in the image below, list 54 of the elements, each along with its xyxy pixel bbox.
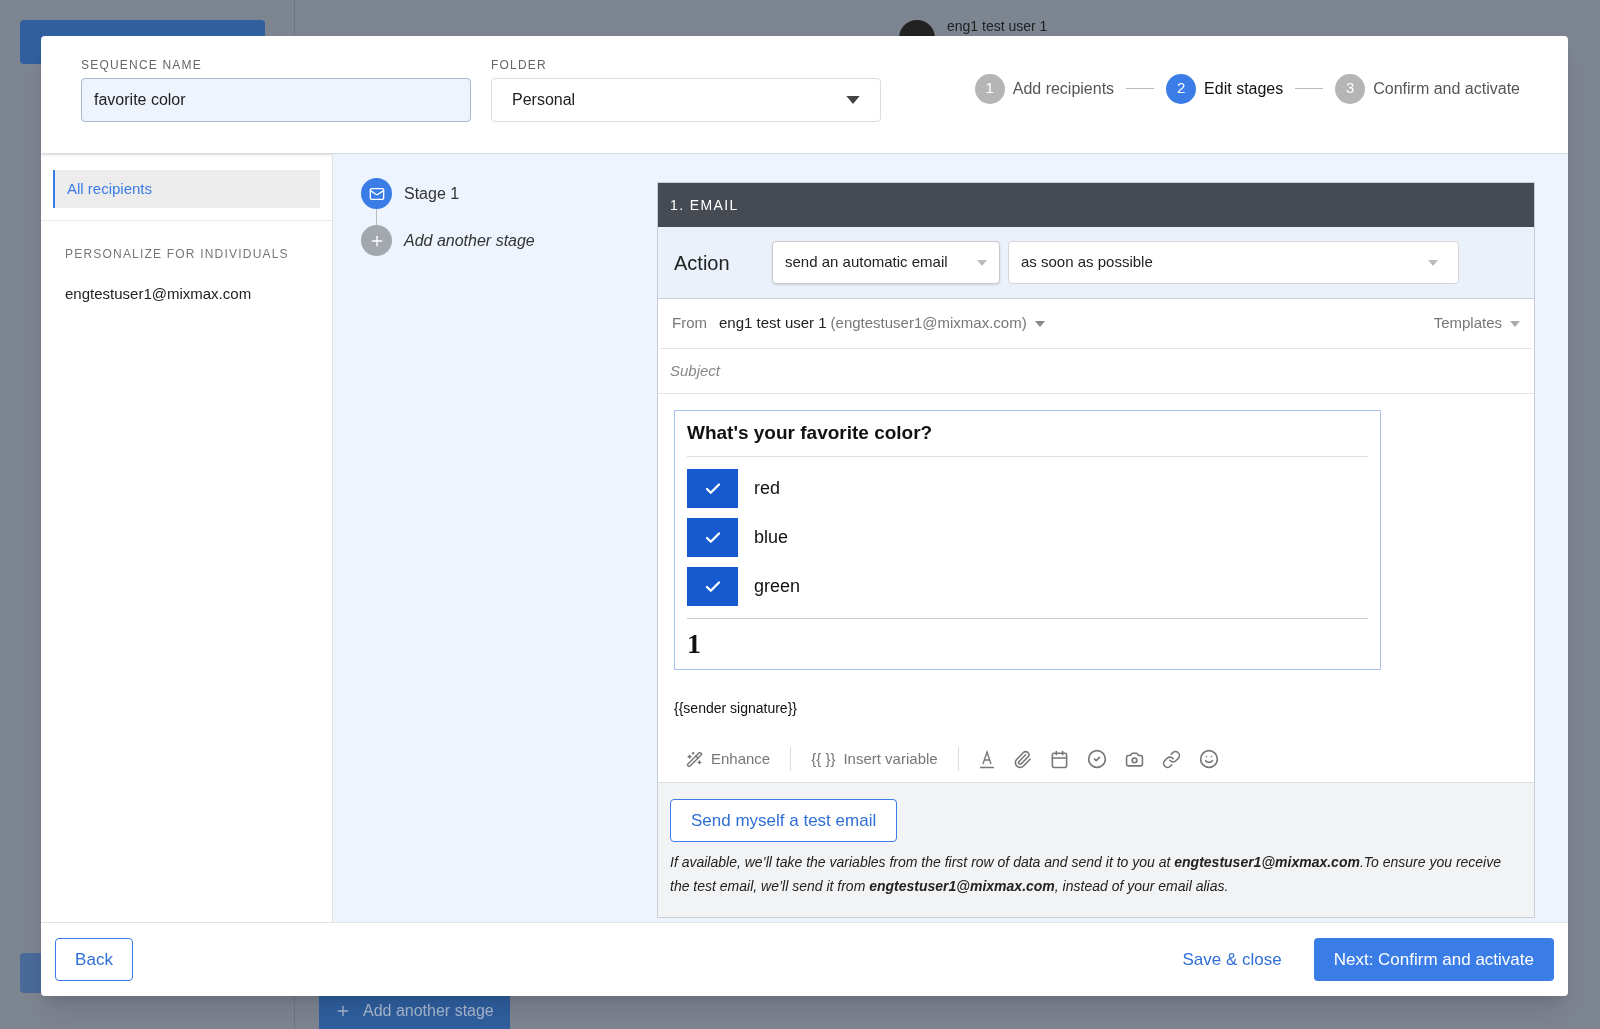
action-label: Action [674, 250, 731, 276]
signature-variable: {{sender signature}} [674, 699, 798, 718]
wand-icon [686, 750, 703, 768]
sender-address: (engtestuser1@mixmax.com) [830, 313, 1027, 334]
field-label: SEQUENCE NAME [81, 56, 203, 74]
calendar-icon[interactable] [1049, 749, 1069, 769]
field-label: FOLDER [491, 56, 548, 74]
mail-icon [361, 178, 392, 209]
action-dropdown[interactable]: send an automatic email [772, 241, 1000, 284]
checkbox[interactable] [687, 469, 738, 508]
sender-name: eng1 test user 1 [719, 313, 827, 334]
step-number[interactable]: 2 [1166, 73, 1197, 104]
stage-item[interactable]: Stage 1 [404, 181, 460, 206]
option-label: blue [754, 526, 789, 549]
enhance-button[interactable]: Enhance [674, 747, 783, 771]
timing-dropdown[interactable]: as soon as possible [1008, 241, 1459, 284]
caret-icon [1428, 259, 1438, 266]
option-label: red [754, 477, 780, 500]
stage-item[interactable]: Add another stage [404, 228, 535, 253]
option-label: green [754, 575, 801, 598]
caret-icon [1510, 320, 1520, 327]
from-label: From [672, 313, 707, 334]
insert-variable-button[interactable]: {{ }} Insert variable [799, 747, 950, 771]
plus-icon [335, 1003, 351, 1019]
link-icon[interactable] [1161, 749, 1181, 769]
poll-count: 1 [687, 618, 1368, 665]
checkmark-circle-icon[interactable] [1086, 749, 1107, 769]
templates-dropdown[interactable]: Templates [1433, 312, 1520, 335]
next-button[interactable]: Next: Confirm and activate [1313, 938, 1554, 981]
sidebar-item[interactable]: All recipients [53, 170, 320, 208]
save-close-link[interactable]: Save & close [1182, 946, 1282, 973]
subject-field[interactable]: Subject [670, 359, 1522, 383]
checkbox[interactable] [687, 518, 738, 557]
test-email-button[interactable]: Send myself a test email [670, 799, 898, 842]
caret-icon [977, 259, 987, 266]
checkbox[interactable] [687, 567, 738, 606]
caret-icon [1034, 320, 1045, 327]
folder-dropdown[interactable]: Personal [491, 77, 881, 122]
step-label[interactable]: Confirm and activate [1373, 76, 1520, 101]
text-format-icon[interactable] [978, 749, 995, 769]
user-name: eng1 test user 1 [947, 18, 1048, 34]
back-button[interactable]: Back [55, 938, 133, 981]
step-label[interactable]: Edit stages [1204, 76, 1284, 101]
caret-icon [846, 95, 860, 104]
smiley-icon[interactable] [1198, 749, 1219, 769]
section-title: PERSONALIZE FOR INDIVIDUALS [64, 246, 290, 263]
step-label[interactable]: Add recipients [1012, 76, 1115, 101]
test-email-note: If available, we’ll take the variables from the first row of data and send it to you at engtestuser1@mixmax.com.To ensure you receive the test email, we’ll send it from engtestuser1@mixmax.com, instead of your email alias. [670, 853, 1502, 896]
recipient-item[interactable]: engtestuser1@mixmax.com [41, 283, 332, 306]
poll-question: What's your favorite color? [687, 411, 1368, 457]
sequence-name-field[interactable]: favorite color [81, 77, 471, 122]
card-header: 1. EMAIL [658, 183, 1534, 227]
paperclip-icon[interactable] [1012, 749, 1032, 769]
camera-icon[interactable] [1124, 749, 1144, 769]
